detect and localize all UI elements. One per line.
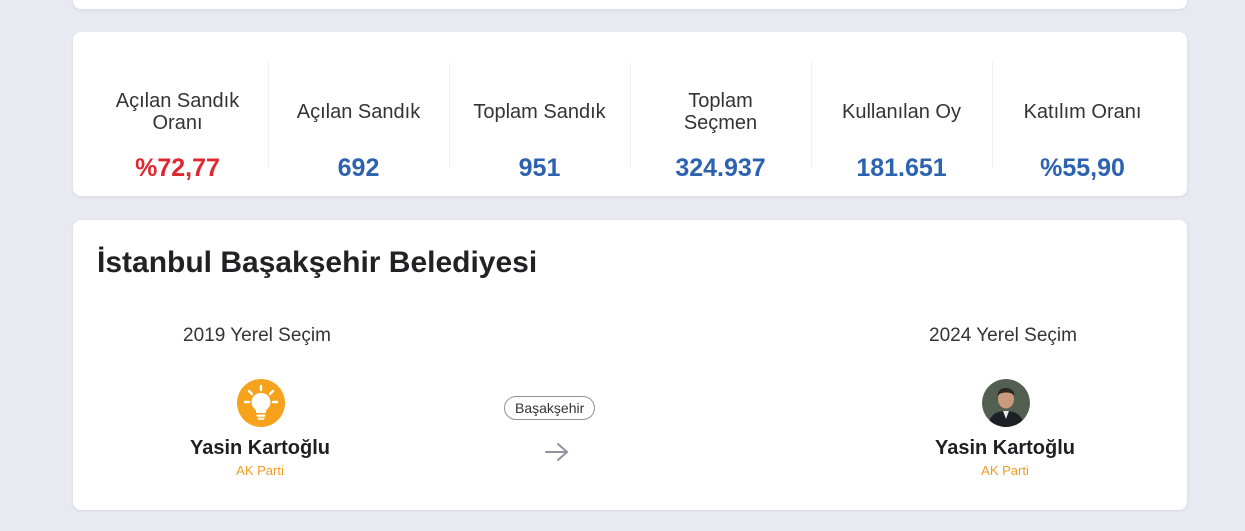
- previous-card-bottom: [73, 0, 1187, 9]
- current-election-label: 2024 Yerel Seçim: [929, 325, 1077, 346]
- stat-label: Açılan Sandık: [296, 101, 421, 123]
- current-candidate-name: Yasin Kartoğlu: [934, 437, 1076, 459]
- stat-total-boxes: Toplam Sandık 951: [449, 32, 630, 196]
- current-candidate-party: AK Parti: [981, 463, 1029, 478]
- stats-card: Açılan Sandık Oranı %72,77 Açılan Sandık…: [73, 32, 1187, 196]
- stat-value: 692: [337, 154, 380, 182]
- district-badge: Başakşehir: [504, 396, 596, 420]
- arrow-right-icon: [545, 443, 568, 461]
- candidate-avatar: [982, 379, 1030, 427]
- previous-candidate-party: AK Parti: [236, 463, 284, 478]
- stat-label: Toplam Sandık: [473, 101, 606, 123]
- stat-value: %72,77: [135, 154, 220, 182]
- stat-label: Kullanılan Oy: [842, 101, 961, 123]
- stat-label: Katılım Oranı: [1023, 101, 1142, 123]
- stat-turnout-ratio: Katılım Oranı %55,90: [992, 32, 1173, 196]
- stat-value: 951: [518, 154, 561, 182]
- stat-label: Açılan Sandık Oranı: [115, 90, 240, 134]
- stat-opened-boxes: Açılan Sandık 692: [268, 32, 449, 196]
- stat-value: 181.651: [856, 154, 947, 182]
- previous-candidate-name: Yasin Kartoğlu: [189, 437, 331, 459]
- stat-opened-box-ratio: Açılan Sandık Oranı %72,77: [87, 32, 268, 196]
- previous-election-label: 2019 Yerel Seçim: [183, 325, 331, 346]
- party-logo-icon: [237, 379, 285, 427]
- stat-value: 324.937: [675, 154, 766, 182]
- stat-total-voters: Toplam Seçmen 324.937: [630, 32, 811, 196]
- race-title: İstanbul Başakşehir Belediyesi: [97, 246, 538, 279]
- stat-label: Toplam Seçmen: [683, 90, 758, 134]
- stat-value: %55,90: [1040, 154, 1125, 182]
- stat-votes-cast: Kullanılan Oy 181.651: [811, 32, 992, 196]
